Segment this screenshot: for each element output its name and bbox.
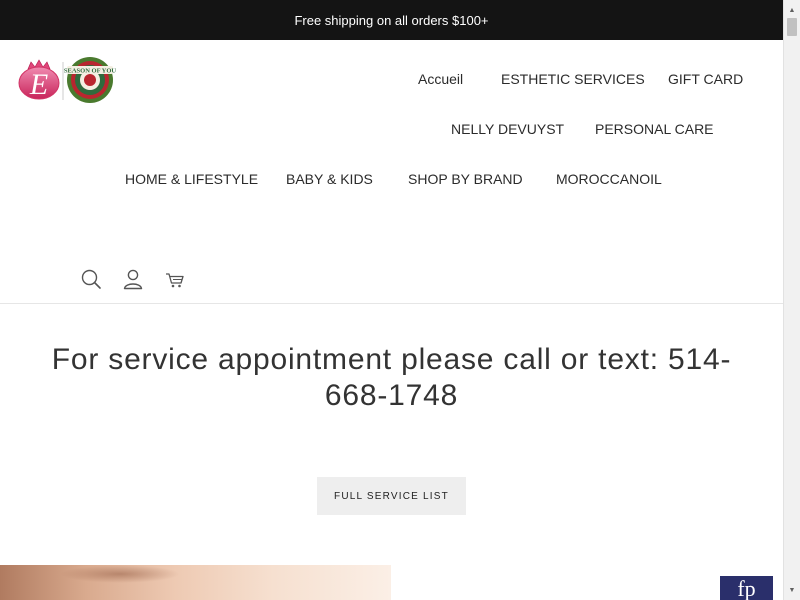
service-headline: For service appointment please call or t… [51, 343, 732, 412]
header-divider [0, 303, 783, 304]
cart-icon[interactable] [163, 267, 187, 291]
nav-item-moroccanoil[interactable]: MOROCCANOIL [556, 170, 662, 188]
announcement-text: Free shipping on all orders $100+ [294, 12, 489, 28]
search-icon[interactable] [79, 267, 103, 291]
hero-image [0, 565, 391, 600]
nav-item-personal-care[interactable]: PERSONAL CARE [595, 120, 714, 138]
logo-graphic: E SEASON OF YOU [18, 57, 117, 103]
announcement-bar: Free shipping on all orders $100+ [0, 0, 783, 40]
nav-item-home-lifestyle[interactable]: HOME & LIFESTYLE [125, 170, 258, 188]
scroll-up-icon[interactable]: ▲ [784, 2, 800, 18]
account-icon[interactable] [121, 267, 145, 291]
brand-badge-text: fp [737, 576, 756, 600]
brand-badge[interactable]: fp [720, 576, 773, 600]
scrollbar-thumb[interactable] [787, 18, 797, 36]
nav-item-shop-by-brand[interactable]: SHOP BY BRAND [408, 170, 523, 188]
nav-item-nelly-devuyst[interactable]: NELLY DEVUYST [451, 120, 564, 138]
scroll-down-icon[interactable]: ▼ [784, 582, 800, 598]
full-service-list-button[interactable]: FULL SERVICE LIST [317, 477, 466, 515]
hero-image-shadow [60, 565, 180, 583]
logo-monogram: E [29, 68, 48, 101]
site-logo[interactable]: E SEASON OF YOU [18, 56, 118, 104]
nav-item-accueil[interactable]: Accueil [418, 70, 463, 88]
nav-item-esthetic-services[interactable]: ESTHETIC SERVICES [501, 70, 645, 88]
nav-item-baby-kids[interactable]: BABY & KIDS [286, 170, 373, 188]
scrollbar[interactable]: ▲ ▼ [783, 0, 800, 600]
nav-item-gift-card[interactable]: GIFT CARD [668, 70, 743, 88]
logo-seal-text: SEASON OF YOU [64, 68, 117, 75]
